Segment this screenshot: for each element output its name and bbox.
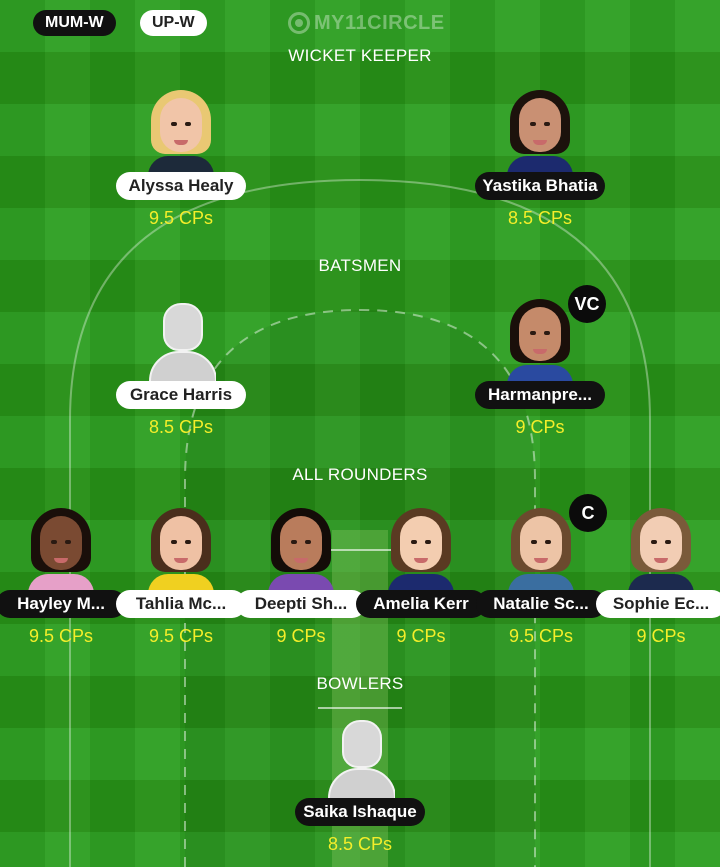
player-name: Sophie Ec... — [596, 590, 720, 618]
player-card-hayley-matthews[interactable]: Hayley M... 9.5 CPs — [0, 506, 126, 656]
player-photo — [146, 506, 216, 592]
player-card-saika-ishaque[interactable]: Saika Ishaque 8.5 CPs — [295, 714, 425, 864]
player-credits: 8.5 CPs — [507, 208, 573, 228]
player-name: Tahlia Mc... — [116, 590, 246, 618]
player-credits: 9.5 CPs — [148, 626, 214, 646]
player-name: Saika Ishaque — [295, 798, 425, 826]
player-photo — [505, 297, 575, 383]
player-credits: 8.5 CPs — [148, 417, 214, 437]
brand-logo-icon — [288, 12, 310, 34]
section-title-wicket-keeper: WICKET KEEPER — [288, 46, 432, 65]
player-card-natalie-sciver[interactable]: C Natalie Sc... 9.5 CPs — [476, 494, 607, 656]
section-title-all-rounders: ALL ROUNDERS — [292, 465, 428, 484]
player-card-grace-harris[interactable]: Grace Harris 8.5 CPs — [116, 297, 246, 447]
player-name: Harmanpre... — [475, 381, 605, 409]
team-a-pill: MUM-W — [33, 10, 116, 36]
player-photo — [505, 88, 575, 174]
section-title-bowlers: BOWLERS — [316, 674, 404, 693]
player-photo — [266, 506, 336, 592]
player-card-amelia-kerr[interactable]: Amelia Kerr 9 CPs — [356, 506, 486, 656]
player-card-sophie-ecclestone[interactable]: Sophie Ec... 9 CPs — [596, 506, 720, 656]
player-name: Deepti Sh... — [236, 590, 366, 618]
player-photo — [386, 506, 456, 592]
player-card-tahlia-mcgrath[interactable]: Tahlia Mc... 9.5 CPs — [116, 506, 246, 656]
player-card-alyssa-healy[interactable]: Alyssa Healy 9.5 CPs — [116, 88, 246, 238]
player-credits: 9.5 CPs — [508, 626, 574, 646]
player-name: Amelia Kerr — [356, 590, 486, 618]
player-card-deepti-sharma[interactable]: Deepti Sh... 9 CPs — [236, 506, 366, 656]
player-photo — [146, 88, 216, 174]
default-avatar-icon — [325, 714, 395, 800]
default-avatar-icon — [146, 297, 216, 383]
player-photo — [26, 506, 96, 592]
section-title-batsmen: BATSMEN — [318, 256, 402, 275]
vice-captain-badge: VC — [568, 285, 606, 323]
player-name: Alyssa Healy — [116, 172, 246, 200]
player-photo — [506, 506, 576, 592]
player-name: Natalie Sc... — [476, 590, 606, 618]
brand-logo: MY11CIRCLE — [288, 8, 445, 38]
player-name: Yastika Bhatia — [475, 172, 605, 200]
player-card-harmanpreet[interactable]: VC Harmanpre... 9 CPs — [475, 285, 606, 447]
player-credits: 9.5 CPs — [28, 626, 94, 646]
player-credits: 9 CPs — [276, 626, 326, 646]
player-photo — [626, 506, 696, 592]
player-card-yastika-bhatia[interactable]: Yastika Bhatia 8.5 CPs — [475, 88, 605, 238]
player-credits: 9 CPs — [636, 626, 686, 646]
player-name: Hayley M... — [0, 590, 126, 618]
player-credits: 9.5 CPs — [148, 208, 214, 228]
player-name: Grace Harris — [116, 381, 246, 409]
brand-logo-text: MY11CIRCLE — [314, 11, 445, 34]
player-credits: 8.5 CPs — [327, 834, 393, 854]
player-credits: 9 CPs — [396, 626, 446, 646]
player-credits: 9 CPs — [515, 417, 565, 437]
team-b-pill: UP-W — [140, 10, 207, 36]
